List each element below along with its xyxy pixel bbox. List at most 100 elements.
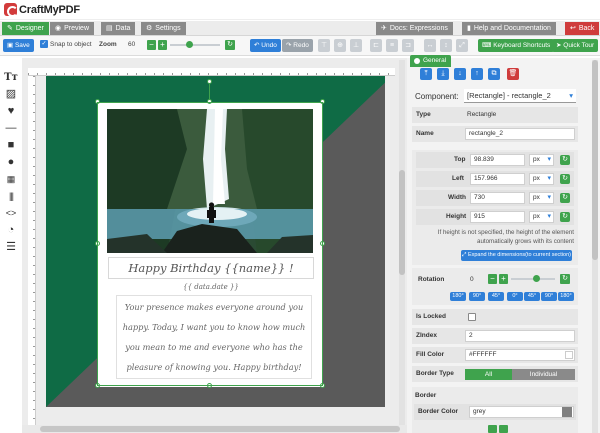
rotate-preset-button[interactable]: 90° [469,292,485,301]
top-reset-icon[interactable]: ↻ [560,155,570,165]
align-middle-icon[interactable]: ⊕ [334,39,346,52]
message-line: you mean to me and everyone who has the [125,342,303,352]
tab-general[interactable]: General [410,55,452,67]
component-select[interactable]: [Rectangle] - rectangle_2 ▾ [464,89,576,103]
rotation-value: 0 [470,276,474,283]
card-date[interactable]: {{ data.date }} [108,283,314,293]
tab-data[interactable]: ▤ Data [101,22,136,35]
rotation-increase-button[interactable]: + [499,274,508,284]
fill-color-swatch[interactable] [565,351,573,359]
undo-button[interactable]: ↶ Undo [250,39,281,52]
gears-icon: ⚙ [146,25,153,32]
line-tool-icon[interactable]: — [4,122,18,135]
tab-preview[interactable]: ◉ Preview [50,22,95,35]
zoom-out-button[interactable]: − [147,40,156,50]
bring-forward-icon[interactable]: ⤒ [420,68,432,80]
name-input[interactable]: rectangle_2 [465,128,575,140]
quick-tour-button[interactable]: ➤ Quick Tour [552,39,599,52]
type-value: Rectangle [467,111,497,118]
tab-docs-expressions[interactable]: ✈ Docs: Expressions [376,22,453,35]
tab-help[interactable]: ▮ Help and Documentation [462,22,556,35]
rotate-preset-button[interactable]: 0° [507,292,523,301]
border-section-title: Border [415,392,437,399]
vertical-scroll-thumb[interactable] [399,170,405,275]
locked-checkbox[interactable] [468,313,476,321]
align-center-icon[interactable]: ≡ [386,39,398,52]
message-line: happy. Today, I want you to know how muc… [122,322,306,332]
card-message[interactable]: Your presence makes everyone around you … [116,295,312,379]
qrcode-tool-icon[interactable]: ▦ [4,173,18,186]
distribute-horizontal-icon[interactable]: ↔ [424,39,436,52]
rotate-preset-button[interactable]: 45° [488,292,504,301]
tab-designer[interactable]: ✎ Designer [2,22,49,35]
delete-icon[interactable]: 🗑 [507,68,519,80]
heart-tool-icon[interactable]: ♥ [4,105,18,118]
border-type-all-button[interactable]: All [465,369,512,380]
border-color-swatch[interactable] [562,407,572,417]
table-tool-icon[interactable]: ☰ [4,241,18,254]
circle-tool-icon[interactable]: ● [4,156,18,169]
barcode-tool-icon[interactable]: ||| [4,190,18,203]
resize-icon[interactable]: ⤢ [456,39,468,52]
move-up-icon[interactable]: ↑ [471,68,483,80]
panel-scrollbar[interactable] [592,60,598,433]
rotate-preset-button[interactable]: 45° [524,292,540,301]
zoom-slider-handle[interactable] [186,41,193,48]
card-title[interactable]: Happy Birthday {{name}} ! [108,257,314,279]
rotation-slider-handle[interactable] [533,275,540,282]
border-type-individual-button[interactable]: Individual [512,369,575,380]
border-color-input[interactable]: grey [469,406,574,418]
message-line: pleasure of knowing you. Happy birthday! [126,362,302,372]
send-backward-icon[interactable]: ⤓ [437,68,449,80]
text-tool-icon[interactable]: Tт [4,71,18,84]
align-bottom-icon[interactable]: ⊥ [350,39,362,52]
zindex-input[interactable]: 2 [465,330,575,342]
rectangle-tool-icon[interactable]: ■ [4,139,18,152]
border-width-increase-button[interactable] [499,425,508,433]
left-reset-icon[interactable]: ↻ [560,174,570,184]
align-right-icon[interactable]: ⊐ [402,39,414,52]
keyboard-shortcuts-button[interactable]: ⌨ Keyboard Shortcuts [478,39,555,52]
height-reset-icon[interactable]: ↻ [560,212,570,222]
top-input[interactable]: 98.839 [470,154,525,166]
width-unit-select[interactable]: px [529,192,554,204]
image-tool-icon[interactable]: ▨ [4,88,18,101]
rotate-preset-button[interactable]: 180° [450,292,466,301]
fill-color-row: Fill Color #FFFFFF [412,347,578,363]
redo-button[interactable]: ↷ Redo [282,39,313,52]
logo-icon [4,3,18,17]
height-unit-select[interactable]: px [529,211,554,223]
width-reset-icon[interactable]: ↻ [560,193,570,203]
align-top-icon[interactable]: ⊤ [318,39,330,52]
canvas-horizontal-scrollbar[interactable] [22,425,407,433]
move-down-icon[interactable]: ↓ [454,68,466,80]
rotate-preset-button[interactable]: 90° [541,292,557,301]
brand-name: CraftMyPDF [19,4,80,16]
width-input[interactable]: 730 [470,192,525,204]
code-tool-icon[interactable]: <> [4,207,18,220]
back-button[interactable]: ↩ Back [565,22,600,35]
tab-settings[interactable]: ⚙ Settings [141,22,186,35]
zoom-slider-track[interactable] [170,44,220,46]
horizontal-scroll-thumb[interactable] [40,426,400,432]
distribute-vertical-icon[interactable]: ↕ [440,39,452,52]
duplicate-icon[interactable]: ⧉ [488,68,500,80]
fill-color-input[interactable]: #FFFFFF [465,349,575,361]
align-left-icon[interactable]: ⊏ [370,39,382,52]
rotation-decrease-button[interactable]: − [488,274,497,284]
rotate-preset-button[interactable]: 180° [558,292,574,301]
left-unit-select[interactable]: px [529,173,554,185]
expand-dimensions-button[interactable]: ⤢ Expand the dimensions(to current secti… [461,250,572,261]
zoom-in-button[interactable]: + [158,40,167,50]
zoom-reset-button[interactable]: ↻ [225,40,235,50]
panel-scroll-thumb[interactable] [592,60,598,260]
snap-checkbox[interactable]: ✓ [40,40,48,48]
border-width-decrease-button[interactable] [488,425,497,433]
left-input[interactable]: 157.966 [470,173,525,185]
height-input[interactable]: 915 [470,211,525,223]
chart-tool-icon[interactable]: ◔ [4,224,18,237]
save-button[interactable]: ▣ Save [3,39,34,52]
top-unit-select[interactable]: px [529,154,554,166]
canvas-vertical-scrollbar[interactable] [399,60,405,433]
rotation-reset-icon[interactable]: ↻ [560,274,570,284]
